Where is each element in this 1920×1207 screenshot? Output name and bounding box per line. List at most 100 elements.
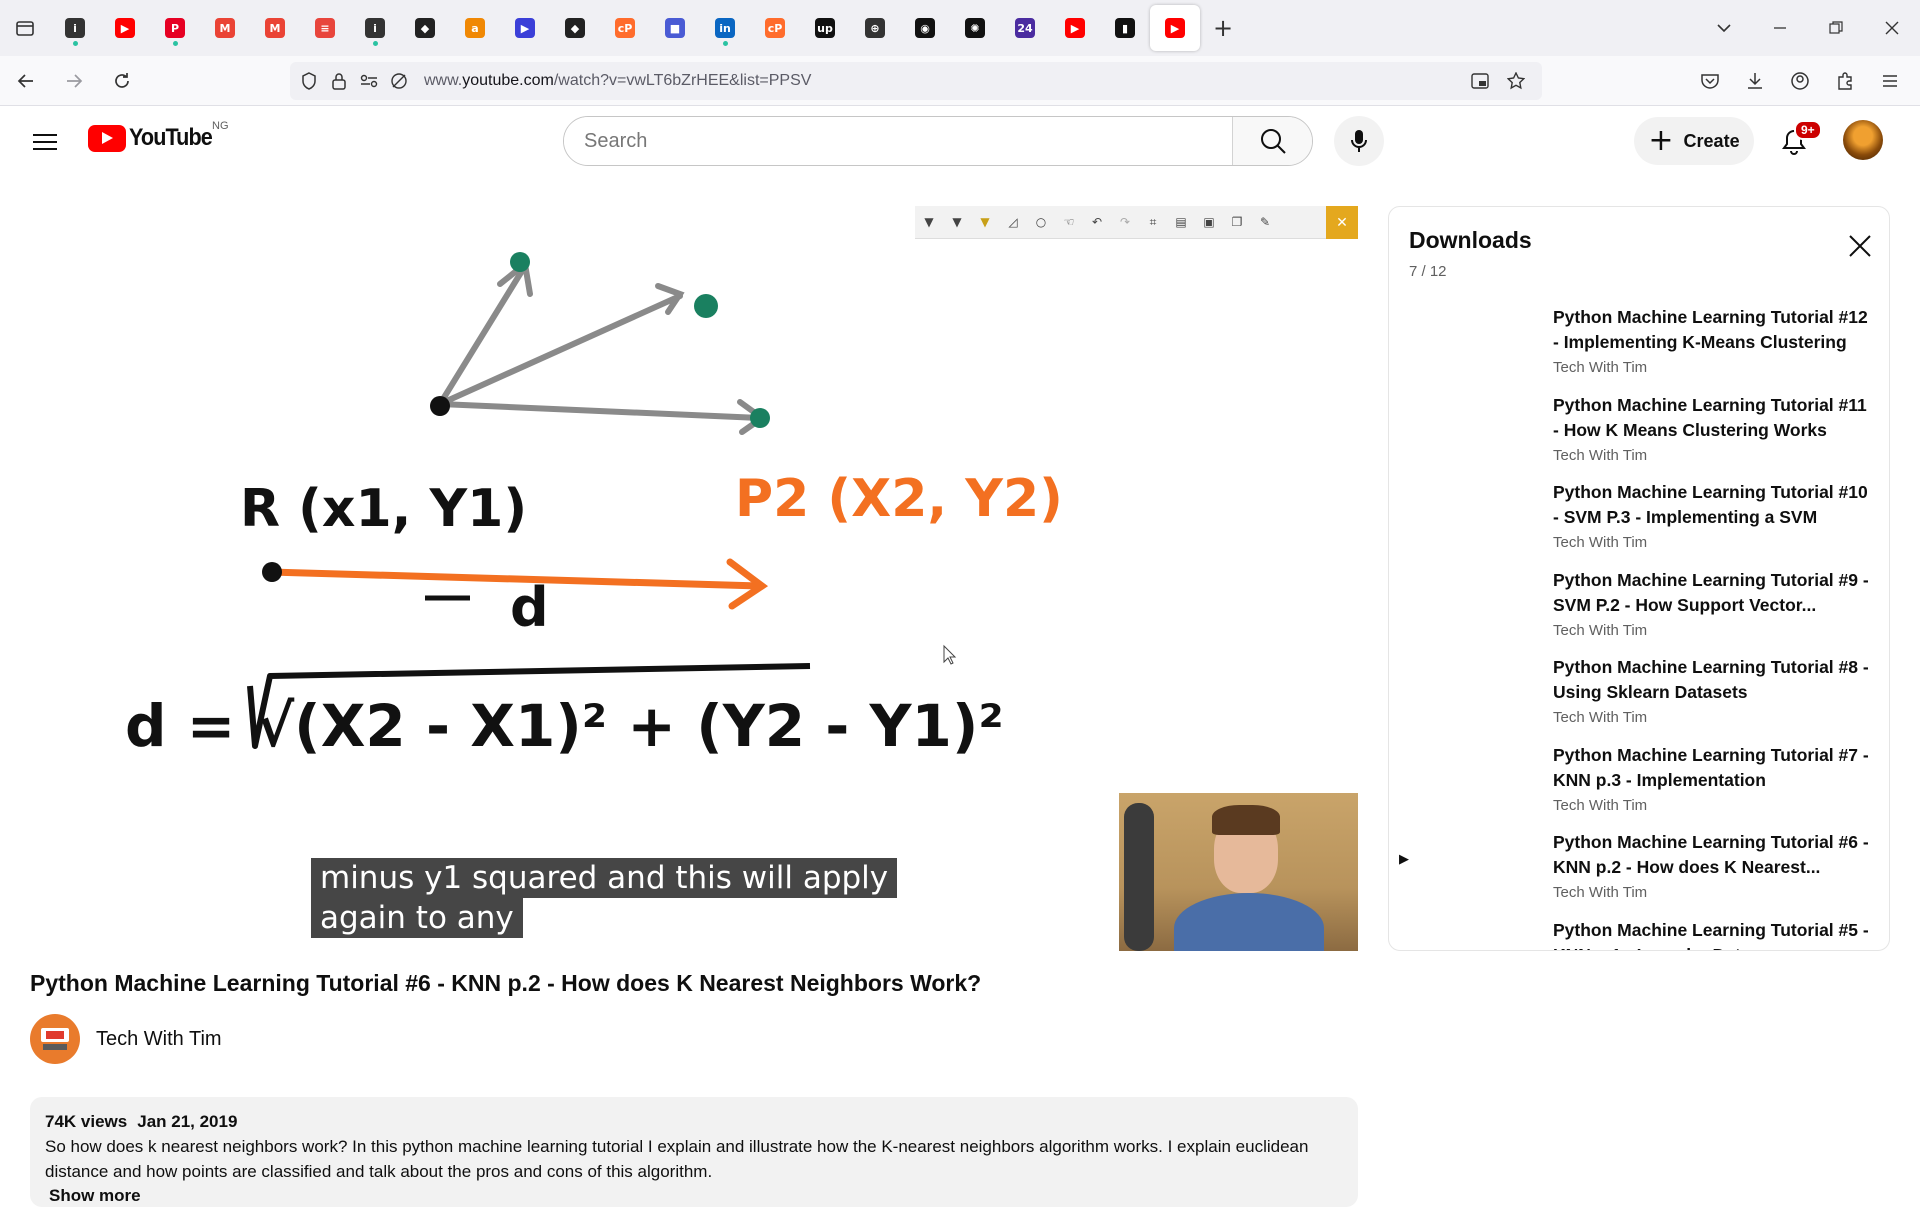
pen-icon[interactable]: ▼ [915,208,943,236]
pinned-tab-flag[interactable]: ▶ [500,0,550,56]
playlist-item[interactable]: Python Machine Learning Tutorial #9 - SV… [1389,562,1889,650]
playlist-item-thumbnail[interactable] [1419,305,1569,385]
new-tab-button[interactable]: + [1200,5,1246,51]
url-bar[interactable]: www.youtube.com/watch?v=vwLT6bZrHEE&list… [290,62,1542,100]
undo-icon[interactable]: ↶ [1083,208,1111,236]
pinned-tab-shield[interactable]: ◆ [400,0,450,56]
pinned-tab-book[interactable]: ▮ [1100,0,1150,56]
playlist-item-title[interactable]: Python Machine Learning Tutorial #7 - KN… [1553,743,1873,793]
pinned-tab-pinterest[interactable]: P [150,0,200,56]
pin-icon[interactable]: ✎ [1251,208,1279,236]
forward-icon[interactable] [52,59,96,103]
menu-icon[interactable] [1867,56,1912,106]
playlist-item[interactable]: Python Machine Learning Tutorial #10 - S… [1389,474,1889,562]
playlist-item-thumbnail[interactable] [1419,742,1569,823]
voice-search-button[interactable] [1334,116,1384,166]
playlist-item-thumbnail[interactable] [1419,830,1569,910]
account-icon[interactable] [1777,56,1822,106]
pen-2-icon[interactable]: ▼ [943,208,971,236]
downloads-icon[interactable] [1732,56,1777,106]
channel-avatar[interactable] [30,1014,80,1064]
pinned-tab-youtube-active[interactable]: ▶ [1150,5,1200,51]
playlist-item-thumbnail[interactable] [1419,567,1569,648]
pinned-tab-cp-2[interactable]: cP [750,0,800,56]
playlist-item[interactable]: Python Machine Learning Tutorial #8 - Us… [1389,649,1889,737]
search-input[interactable] [564,117,1232,165]
autoplay-blocked-icon[interactable] [384,62,414,100]
pinned-tab-square[interactable]: ■ [650,0,700,56]
show-more-button[interactable]: Show more [49,1186,1343,1206]
clear-icon[interactable]: ▤ [1167,208,1195,236]
playlist-item-title[interactable]: Python Machine Learning Tutorial #10 - S… [1553,480,1873,530]
back-icon[interactable] [4,59,48,103]
pointer-icon[interactable]: ☜ [1055,208,1083,236]
reload-icon[interactable] [100,59,144,103]
playlist-item-title[interactable]: Python Machine Learning Tutorial #5 - KN… [1553,918,1873,951]
pinned-tab-amazon[interactable]: a [450,0,500,56]
pinned-tab-youtube-2[interactable]: ▶ [1050,0,1100,56]
pinned-tab-openai[interactable]: ✺ [950,0,1000,56]
playlist-item-channel: Tech With Tim [1553,884,1648,901]
playlist-item-thumbnail[interactable] [1419,917,1569,950]
picture-in-picture-icon[interactable] [1462,62,1498,100]
playlist-item-title[interactable]: Python Machine Learning Tutorial #9 - SV… [1553,568,1873,618]
bookmark-star-icon[interactable] [1498,62,1534,100]
description-box[interactable]: 74K views Jan 21, 2019 So how does k near… [30,1097,1358,1207]
pinned-tab-upwork[interactable]: up [800,0,850,56]
playlist-item-thumbnail[interactable] [1419,392,1569,473]
pinned-tab-globe[interactable]: ⊕ [850,0,900,56]
pinned-tab-youtube[interactable]: ▶ [100,0,150,56]
shield-icon: ◆ [415,18,435,38]
toolbar-close-icon[interactable]: ✕ [1326,206,1358,239]
close-icon[interactable] [1845,231,1875,261]
playlist-item-title[interactable]: Python Machine Learning Tutorial #6 - KN… [1553,830,1873,880]
tracking-protection-icon[interactable] [294,62,324,100]
crop-icon[interactable]: ⌗ [1139,208,1167,236]
minimize-icon[interactable] [1752,0,1808,56]
pinned-tab-info-2[interactable]: i [350,0,400,56]
permissions-icon[interactable] [354,62,384,100]
playlist-item[interactable]: ▶ Python Machine Learning Tutorial #6 - K… [1389,824,1889,912]
playlist-item[interactable]: Python Machine Learning Tutorial #12 - I… [1389,299,1889,387]
lock-icon[interactable] [324,62,354,100]
pinned-tab-cp[interactable]: cP [600,0,650,56]
list-all-tabs-icon[interactable] [1696,0,1752,56]
pinned-tab-gmail[interactable]: M [200,0,250,56]
create-button[interactable]: + Create [1634,117,1754,165]
channel-name[interactable]: Tech With Tim [96,1028,222,1051]
playlist-item-title[interactable]: Python Machine Learning Tutorial #11 - H… [1553,393,1873,443]
video-player[interactable]: R (x1, Y1) P2 (X2, Y2) d d = √(X2 - X1)²… [30,206,1358,951]
playlist-item-title[interactable]: Python Machine Learning Tutorial #12 - I… [1553,305,1873,355]
search-button[interactable] [1232,117,1312,165]
eraser-icon[interactable]: ◿ [999,208,1027,236]
playlist-item[interactable]: Python Machine Learning Tutorial #5 - KN… [1389,912,1889,951]
extensions-icon[interactable] [1822,56,1867,106]
pocket-icon[interactable] [1687,56,1732,106]
pinned-tab-linkedin[interactable]: in [700,0,750,56]
pinned-tab-gmail-2[interactable]: M [250,0,300,56]
pinned-tab-shield-2[interactable]: ◆ [550,0,600,56]
copy-icon[interactable]: ❐ [1223,208,1251,236]
notifications-button[interactable]: 9+ [1770,118,1822,166]
pinned-tab-app[interactable]: ≡ [300,0,350,56]
save-icon[interactable]: ▣ [1195,208,1223,236]
pinned-tab-news24[interactable]: 24 [1000,0,1050,56]
playlist-item[interactable]: Python Machine Learning Tutorial #7 - KN… [1389,737,1889,825]
tab-list-icon[interactable] [0,0,50,56]
restore-icon[interactable] [1808,0,1864,56]
user-avatar[interactable] [1843,120,1883,160]
highlighter-icon[interactable]: ▼ [971,208,999,236]
youtube-logo[interactable]: YouTube NG [88,120,229,152]
playlist-item-title[interactable]: Python Machine Learning Tutorial #8 - Us… [1553,655,1873,705]
pinned-tab-github[interactable]: ◉ [900,0,950,56]
guide-menu-icon[interactable] [28,128,62,156]
playlist-item-thumbnail[interactable] [1419,480,1569,560]
playlist-item-thumbnail[interactable] [1419,655,1569,735]
redo-icon[interactable]: ↷ [1111,208,1139,236]
playlist-title[interactable]: Downloads [1409,227,1532,254]
pinned-tab-info[interactable]: i [50,0,100,56]
shape-icon[interactable]: ○ [1027,208,1055,236]
url-text[interactable]: www.youtube.com/watch?v=vwLT6bZrHEE&list… [424,72,811,90]
playlist-item[interactable]: Python Machine Learning Tutorial #11 - H… [1389,387,1889,475]
close-window-icon[interactable] [1864,0,1920,56]
